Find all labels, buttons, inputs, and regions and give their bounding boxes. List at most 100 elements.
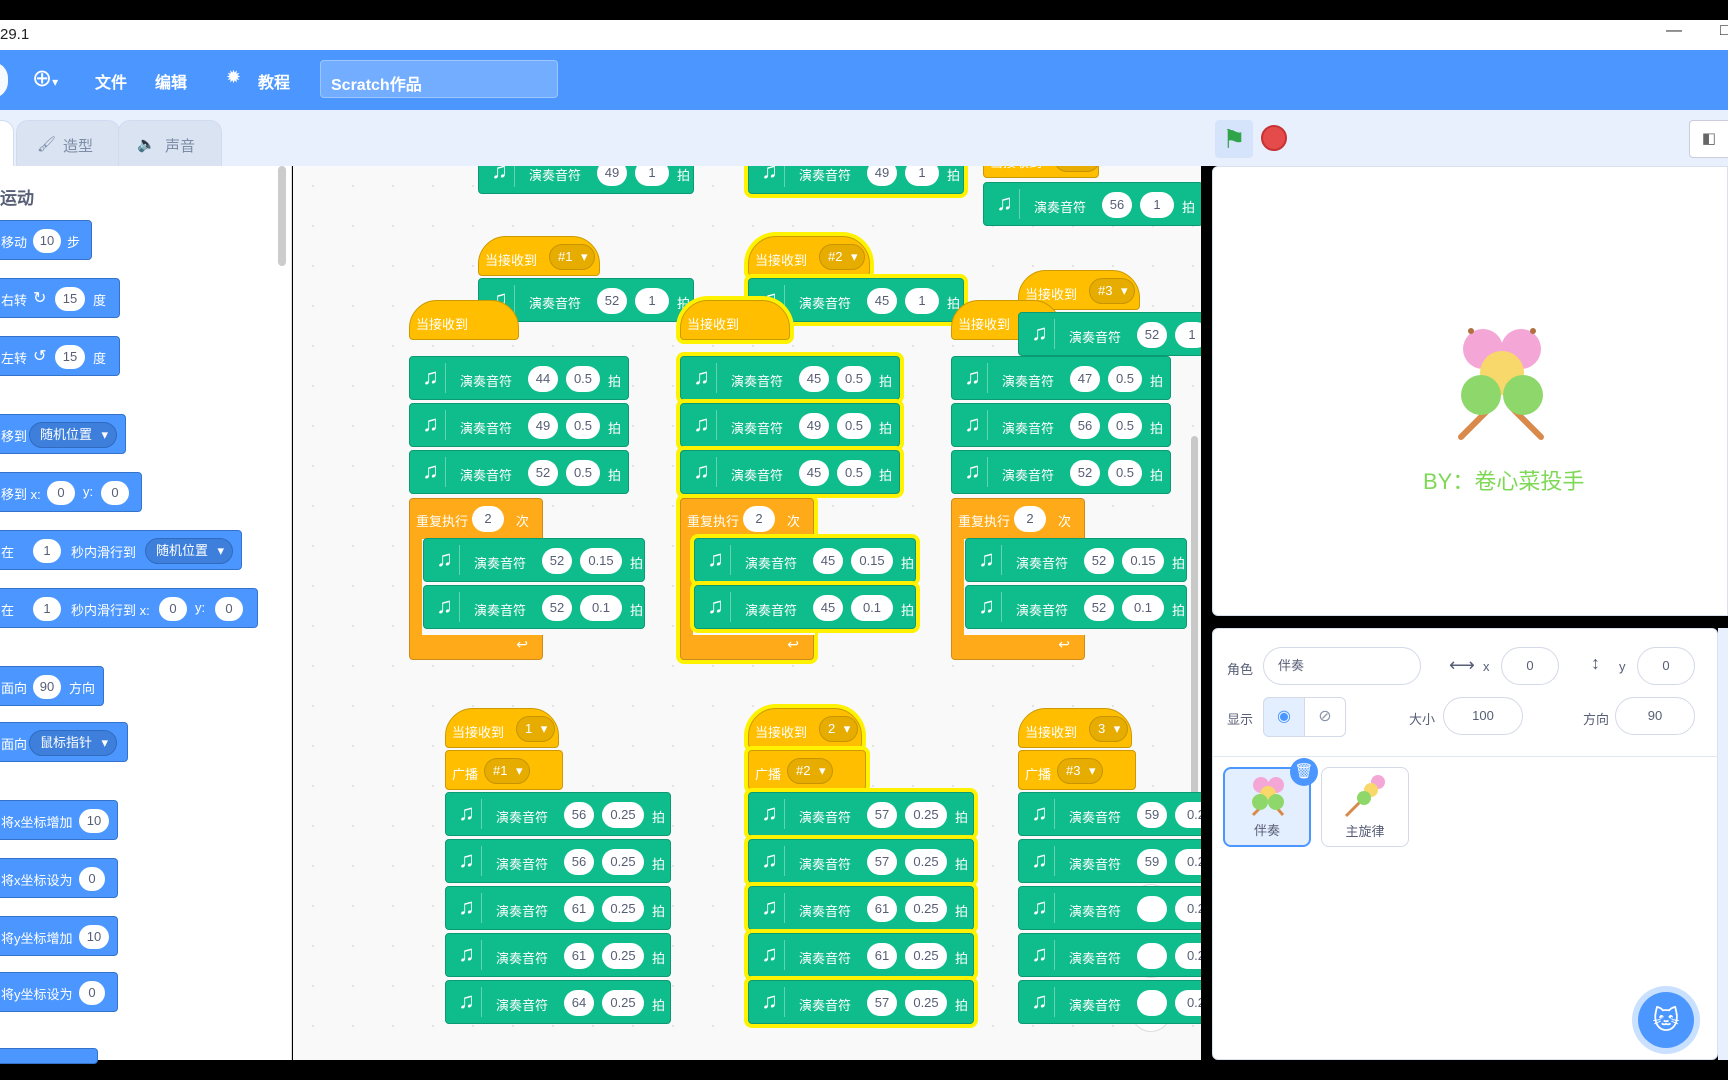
beat-value[interactable]: 0.2 — [1175, 802, 1201, 828]
beat-value[interactable]: 0.5 — [566, 460, 600, 486]
when-receive-hat[interactable]: 当接收到#3 — [983, 166, 1101, 178]
note-value[interactable]: 52 — [542, 595, 572, 621]
beat-value[interactable]: 0.5 — [837, 413, 871, 439]
note-value[interactable]: 45 — [799, 366, 829, 392]
project-title-input[interactable]: Scratch作品 — [320, 60, 558, 98]
play-note-block[interactable]: ♫ 演奏音符 61 0.25 拍 — [748, 886, 974, 930]
note-value[interactable]: 61 — [867, 943, 897, 969]
repeat-count[interactable]: 2 — [743, 506, 775, 532]
note-value[interactable]: 57 — [867, 990, 897, 1016]
block-change-y[interactable]: 将y坐标增加 10 — [0, 916, 118, 956]
note-value[interactable]: 52 — [528, 460, 558, 486]
message-dropdown[interactable]: #1 — [484, 758, 531, 784]
beat-value[interactable]: 1 — [635, 166, 669, 186]
note-value[interactable]: 45 — [813, 548, 843, 574]
note-value[interactable]: 59 — [1137, 802, 1167, 828]
beat-value[interactable]: 1 — [905, 288, 939, 314]
block-set-y[interactable]: 将y坐标设为 0 — [0, 972, 118, 1012]
tab-costumes[interactable]: 🖌 造型 — [16, 120, 120, 166]
beat-value[interactable]: 0.25 — [905, 896, 947, 922]
play-note-block[interactable]: ♫ 演奏音符 64 0.25 拍 — [445, 980, 671, 1024]
play-note-block[interactable]: ♫ 演奏音符 49 1 拍 — [748, 166, 964, 194]
beat-value[interactable]: 1 — [1140, 192, 1174, 218]
beat-value[interactable]: 0.25 — [602, 849, 644, 875]
beat-value[interactable]: 0.5 — [566, 413, 600, 439]
repeat-count[interactable]: 2 — [1014, 506, 1046, 532]
note-value[interactable]: 52 — [1070, 460, 1100, 486]
message-dropdown[interactable]: 1 — [516, 716, 556, 742]
play-note-block[interactable]: ♫ 演奏音符 44 0.5 拍 — [409, 356, 629, 400]
note-value[interactable]: 52 — [542, 548, 572, 574]
block-goto-xy[interactable]: 移到 x: 0 y: 0 — [0, 472, 142, 512]
beat-value[interactable]: 0.5 — [837, 366, 871, 392]
tab-code[interactable] — [0, 120, 14, 166]
add-sprite-icon[interactable]: 🐱 — [1638, 992, 1694, 1048]
play-note-block[interactable]: ♫演奏音符0.2拍 — [1018, 980, 1201, 1024]
play-note-block[interactable]: ♫ 演奏音符 61 0.25 拍 — [748, 933, 974, 977]
block-partial[interactable] — [0, 1048, 98, 1064]
note-value[interactable]: 49 — [597, 166, 627, 186]
script-area[interactable]: ⊕ ⊖ = ♫演奏音符491拍♫演奏音符491拍当接收到#3♫演奏音符561拍当… — [293, 166, 1201, 1060]
note-value[interactable]: 45 — [867, 288, 897, 314]
menu-file[interactable]: 文件 — [95, 69, 127, 93]
play-note-block[interactable]: ♫演奏音符590.2拍 — [1018, 792, 1201, 836]
note-value[interactable]: 49 — [799, 413, 829, 439]
note-value[interactable]: 56 — [1102, 192, 1132, 218]
language-globe-icon[interactable]: ⊕▾ — [32, 64, 58, 93]
note-value[interactable]: 64 — [564, 990, 594, 1016]
repeat-count[interactable]: 2 — [472, 506, 504, 532]
beat-value[interactable]: 0.15 — [851, 548, 893, 574]
play-note-block[interactable]: ♫ 演奏音符 49 1 拍 — [478, 166, 694, 194]
beat-value[interactable]: 0.2 — [1175, 849, 1201, 875]
play-note-block[interactable]: ♫ 演奏音符 49 0.5 拍 — [409, 403, 629, 447]
message-dropdown[interactable]: #3 — [1057, 758, 1104, 784]
beat-value[interactable]: 1 — [635, 288, 669, 314]
note-value[interactable] — [1137, 896, 1167, 922]
note-value[interactable]: 44 — [528, 366, 558, 392]
beat-value[interactable]: 0.5 — [837, 460, 871, 486]
beat-value[interactable]: 0.1 — [580, 595, 622, 621]
when-receive-hat[interactable]: 当接收到 — [680, 300, 790, 340]
stop-icon[interactable] — [1261, 125, 1287, 151]
message-dropdown[interactable]: #2 — [787, 758, 834, 784]
play-note-block[interactable]: ♫ 演奏音符 52 0.1 拍 — [965, 585, 1187, 629]
message-dropdown[interactable]: #1 — [549, 244, 596, 270]
note-value[interactable]: 52 — [1137, 322, 1167, 348]
block-turn-right[interactable]: 右转 ↻ 15 度 — [0, 278, 120, 318]
note-value[interactable]: 57 — [867, 802, 897, 828]
beat-value[interactable]: 0.15 — [1122, 548, 1164, 574]
play-note-block[interactable]: ♫ 演奏音符 49 0.5 拍 — [680, 403, 900, 447]
beat-value[interactable]: 0.25 — [602, 896, 644, 922]
note-value[interactable] — [1137, 943, 1167, 969]
block-goto[interactable]: 移到 随机位置 — [0, 414, 126, 454]
play-note-block[interactable]: ♫ 演奏音符 61 0.25 拍 — [445, 886, 671, 930]
note-value[interactable]: 49 — [528, 413, 558, 439]
sprite-thumb-melody[interactable]: 主旋律 — [1321, 767, 1409, 847]
beat-value[interactable]: 1 — [905, 166, 939, 186]
play-note-block[interactable]: ♫ 演奏音符 52 0.15 拍 — [965, 538, 1187, 582]
beat-value[interactable]: 0.1 — [851, 595, 893, 621]
broadcast-block[interactable]: 广播 #2 — [748, 750, 866, 790]
beat-value[interactable]: 0.2 — [1175, 990, 1201, 1016]
small-stage-icon[interactable]: ◧ — [1689, 120, 1728, 158]
show-eye-icon[interactable]: ◉ — [1263, 697, 1305, 737]
block-change-x[interactable]: 将x坐标增加 10 — [0, 800, 118, 840]
beat-value[interactable]: 0.15 — [580, 548, 622, 574]
minimize-button[interactable]: — — [1666, 22, 1682, 40]
note-value[interactable]: 56 — [564, 802, 594, 828]
play-note-block[interactable]: ♫ 演奏音符 57 0.25 拍 — [748, 980, 974, 1024]
beat-value[interactable]: 0.25 — [905, 990, 947, 1016]
play-note-block[interactable]: ♫ 演奏音符 47 0.5 拍 — [951, 356, 1171, 400]
block-turn-left[interactable]: 左转 ↺ 15 度 — [0, 336, 120, 376]
y-input[interactable]: 0 — [1637, 647, 1695, 685]
tab-sounds[interactable]: 🔈 声音 — [118, 120, 222, 166]
block-glide[interactable]: 在 1 秒内滑行到 随机位置 — [0, 530, 242, 570]
note-value[interactable]: 49 — [867, 166, 897, 186]
when-receive-hat[interactable]: 当接收到 3 — [1018, 708, 1132, 748]
beat-value[interactable]: 0.5 — [1108, 366, 1142, 392]
x-input[interactable]: 0 — [1501, 647, 1559, 685]
maximize-button[interactable]: □ — [1720, 22, 1728, 40]
note-value[interactable]: 56 — [564, 849, 594, 875]
beat-value[interactable]: 0.25 — [905, 802, 947, 828]
play-note-block[interactable]: ♫ 演奏音符 45 0.5 拍 — [680, 450, 900, 494]
